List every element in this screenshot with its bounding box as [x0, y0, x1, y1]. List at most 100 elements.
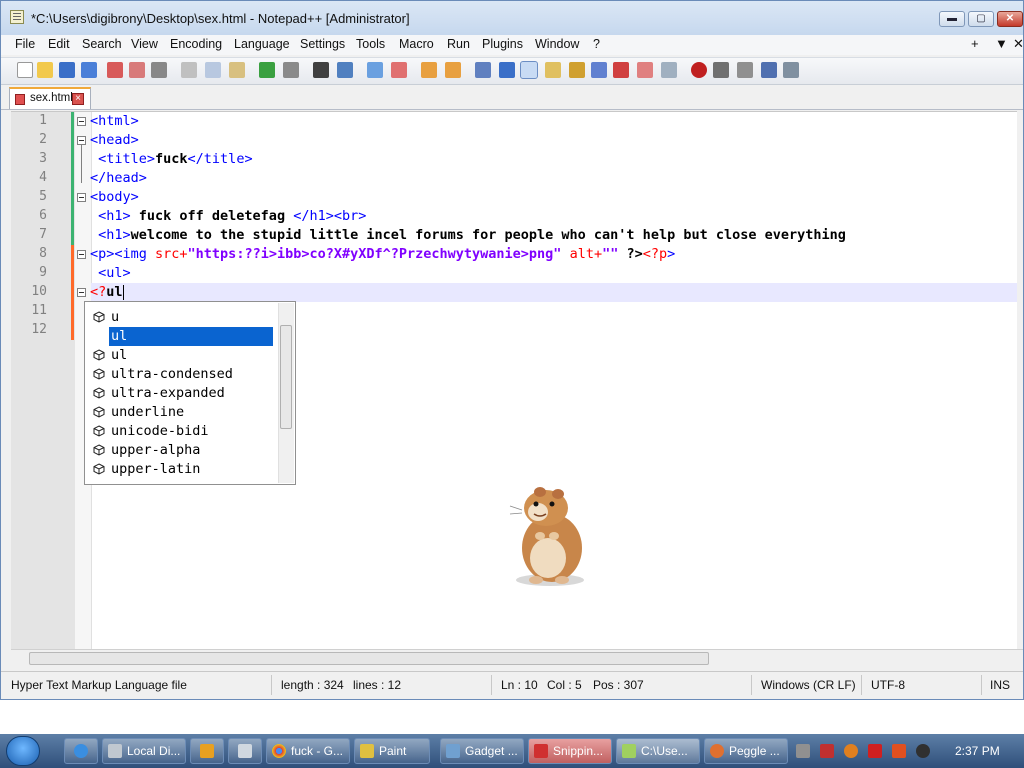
save-all-icon[interactable]: [81, 62, 97, 78]
record-macro-icon[interactable]: [691, 62, 707, 78]
taskbar-item-gadget[interactable]: Gadget ...: [440, 738, 524, 764]
function-list-icon[interactable]: [591, 62, 607, 78]
autocomplete-item[interactable]: ul: [109, 327, 273, 346]
zoom-out-icon[interactable]: [391, 62, 407, 78]
code-line[interactable]: <?ul: [90, 283, 124, 302]
tray-icon-6[interactable]: [916, 744, 930, 758]
define-language-icon[interactable]: [545, 62, 561, 78]
taskbar-media[interactable]: [190, 738, 224, 764]
taskbar-item-paint[interactable]: Paint: [354, 738, 430, 764]
sync-h-scroll-icon[interactable]: [445, 62, 461, 78]
close-button[interactable]: ✕: [997, 11, 1023, 27]
menu-help[interactable]: ?: [593, 37, 600, 51]
autocomplete-item[interactable]: upper-alpha: [85, 441, 279, 460]
fold-toggle-icon[interactable]: [77, 136, 86, 145]
start-orb-icon[interactable]: [6, 736, 40, 766]
autocomplete-item[interactable]: ultra-expanded: [85, 384, 279, 403]
zoom-in-icon[interactable]: [367, 62, 383, 78]
autocomplete-item[interactable]: upper-latin: [85, 460, 279, 479]
autocomplete-item[interactable]: ul: [85, 346, 279, 365]
tray-icon-1[interactable]: [796, 744, 810, 758]
paste-icon[interactable]: [229, 62, 245, 78]
indent-guide-icon[interactable]: [520, 61, 538, 79]
taskbar-calculator[interactable]: [228, 738, 262, 764]
autocomplete-scroll-thumb[interactable]: [280, 325, 292, 429]
fold-toggle-icon[interactable]: [77, 288, 86, 297]
tray-icon-3[interactable]: [844, 744, 858, 758]
replace-icon[interactable]: [337, 62, 353, 78]
code-line[interactable]: <h1>welcome to the stupid little incel f…: [90, 226, 846, 245]
menu-tools[interactable]: Tools: [356, 37, 385, 51]
menu-window[interactable]: Window: [535, 37, 579, 51]
cut-icon[interactable]: [181, 62, 197, 78]
open-file-icon[interactable]: [37, 62, 53, 78]
maximize-button[interactable]: ▢: [968, 11, 994, 27]
autocomplete-popup[interactable]: u ul ul ultra-condensed ultra-expanded underl…: [84, 301, 296, 485]
menu-plugins[interactable]: Plugins: [482, 37, 523, 51]
code-line[interactable]: <p><img src+"https:??i>ibb>co?X#yXDf^?Pr…: [90, 245, 675, 264]
menu-run[interactable]: Run: [447, 37, 470, 51]
redo-icon[interactable]: [283, 62, 299, 78]
title-bar[interactable]: *C:\Users\digibrony\Desktop\sex.html - N…: [1, 1, 1023, 35]
close-icon[interactable]: [107, 62, 123, 78]
play-macro-icon[interactable]: [737, 62, 753, 78]
code-line[interactable]: <h1> fuck off deletefag </h1><br>: [90, 207, 366, 226]
tray-flag-icon[interactable]: [868, 744, 882, 758]
monitoring-icon[interactable]: [637, 62, 653, 78]
tab-list-arrow-icon[interactable]: ▼: [995, 36, 1008, 51]
tray-icon-5[interactable]: [892, 744, 906, 758]
undo-icon[interactable]: [259, 62, 275, 78]
copy-icon[interactable]: [205, 62, 221, 78]
autocomplete-item[interactable]: ultra-condensed: [85, 365, 279, 384]
sync-v-scroll-icon[interactable]: [421, 62, 437, 78]
tray-icon-2[interactable]: [820, 744, 834, 758]
taskbar-item-local-disk[interactable]: Local Di...: [102, 738, 186, 764]
code-line[interactable]: <head>: [90, 131, 139, 150]
menu-view[interactable]: View: [131, 37, 158, 51]
folder-workspace-icon[interactable]: [613, 62, 629, 78]
code-line[interactable]: <title>fuck</title>: [90, 150, 252, 169]
new-file-icon[interactable]: [17, 62, 33, 78]
close-doc-icon[interactable]: ✕: [1013, 36, 1024, 52]
save-macro-icon[interactable]: [783, 62, 799, 78]
autocomplete-item[interactable]: underline: [85, 403, 279, 422]
stop-macro-icon[interactable]: [713, 62, 729, 78]
find-icon[interactable]: [313, 62, 329, 78]
taskbar-item-notepadpp[interactable]: C:\Use...: [616, 738, 700, 764]
autocomplete-item[interactable]: unicode-bidi: [85, 422, 279, 441]
save-icon[interactable]: [59, 62, 75, 78]
doc-map-icon[interactable]: [569, 62, 585, 78]
menu-encoding[interactable]: Encoding: [170, 37, 222, 51]
menu-search[interactable]: Search: [82, 37, 122, 51]
close-all-icon[interactable]: [129, 62, 145, 78]
fold-toggle-icon[interactable]: [77, 117, 86, 126]
preview-icon[interactable]: [661, 62, 677, 78]
taskbar-item-chrome[interactable]: fuck - G...: [266, 738, 350, 764]
taskbar-ie[interactable]: [64, 738, 98, 764]
autocomplete-scrollbar[interactable]: [278, 303, 294, 483]
menu-settings[interactable]: Settings: [300, 37, 345, 51]
new-tab-plus-icon[interactable]: +: [971, 36, 979, 51]
menu-macro[interactable]: Macro: [399, 37, 434, 51]
hamster-desktop-pet[interactable]: [500, 480, 600, 590]
fold-toggle-icon[interactable]: [77, 193, 86, 202]
taskbar-clock[interactable]: 2:37 PM: [955, 744, 1000, 758]
tab-close-icon[interactable]: ×: [72, 93, 84, 105]
print-icon[interactable]: [151, 62, 167, 78]
code-line[interactable]: </head>: [90, 169, 147, 188]
tab-sex-html[interactable]: sex.html ×: [9, 87, 91, 109]
vertical-scrollbar[interactable]: [1017, 111, 1023, 649]
code-line[interactable]: <body>: [90, 188, 139, 207]
autocomplete-item[interactable]: u: [85, 308, 279, 327]
show-all-chars-icon[interactable]: [499, 62, 515, 78]
menu-file[interactable]: File: [15, 37, 35, 51]
horizontal-scrollbar[interactable]: [11, 649, 1023, 668]
taskbar-item-peggle[interactable]: Peggle ...: [704, 738, 788, 764]
status-encoding[interactable]: UTF-8: [871, 678, 905, 692]
horizontal-scroll-thumb[interactable]: [29, 652, 709, 665]
menu-language[interactable]: Language: [234, 37, 290, 51]
code-line[interactable]: <html>: [90, 112, 139, 131]
fold-toggle-icon[interactable]: [77, 250, 86, 259]
run-macro-multiple-icon[interactable]: [761, 62, 777, 78]
taskbar-item-snipping[interactable]: Snippin...: [528, 738, 612, 764]
